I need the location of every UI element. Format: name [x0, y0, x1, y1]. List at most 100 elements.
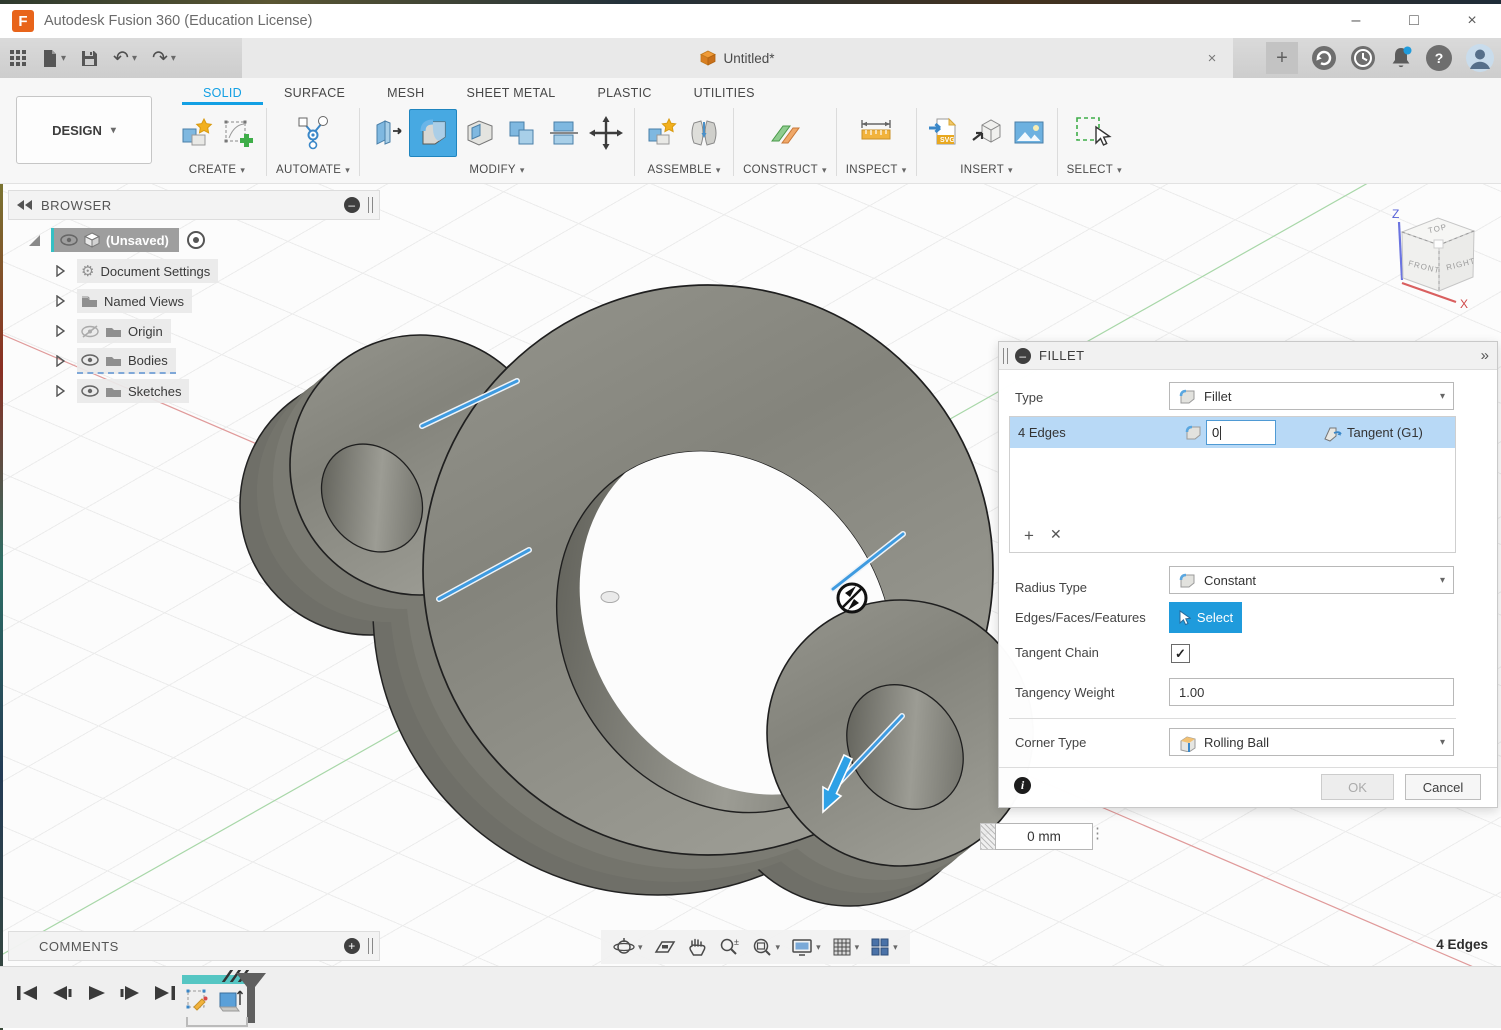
dialog-expand-icon[interactable]: » [1481, 347, 1487, 364]
minimize-button[interactable]: – [1327, 6, 1385, 36]
workspace-selector[interactable]: DESIGN▾ [16, 96, 152, 164]
job-status-icon[interactable] [1311, 45, 1337, 71]
tab-surface[interactable]: SURFACE [263, 83, 366, 105]
fillet-selection-list[interactable]: 4 Edges 0 Tangent (G1) + ✕ [1009, 416, 1456, 553]
viewports-button[interactable]: ▾ [870, 937, 898, 957]
zoom-button[interactable]: ± [718, 937, 740, 957]
modify-group-label[interactable]: MODIFY▾ [469, 164, 524, 176]
radius-type-dropdown[interactable]: Constant ▾ [1169, 566, 1454, 594]
press-pull-icon[interactable] [369, 114, 405, 152]
go-to-beginning-button[interactable] [16, 985, 38, 1001]
combine-icon[interactable] [503, 114, 541, 152]
redo-button[interactable]: ↷▾ [152, 47, 176, 70]
tangent-chain-checkbox[interactable]: ✓ [1171, 644, 1190, 663]
help-icon[interactable]: ? [1426, 45, 1452, 71]
grid-caret-icon[interactable]: ▾ [855, 942, 860, 953]
radius-handle-icon[interactable] [838, 584, 866, 612]
continuity-value[interactable]: Tangent (G1) [1347, 425, 1423, 440]
floater-drag-handle[interactable] [980, 823, 995, 850]
orbit-caret-icon[interactable]: ▾ [638, 942, 643, 953]
panel-collapse-badge-icon[interactable]: – [344, 197, 360, 213]
split-body-icon[interactable] [545, 114, 583, 152]
fillet-selection-row[interactable]: 4 Edges 0 Tangent (G1) [1010, 417, 1455, 448]
tab-close-button[interactable]: × [1201, 47, 1223, 69]
save-button[interactable] [81, 50, 98, 67]
browser-row-document-settings[interactable]: ⚙ Document Settings [56, 259, 218, 283]
inspect-group-label[interactable]: INSPECT▾ [846, 164, 907, 176]
expander-icon[interactable] [56, 295, 65, 307]
visibility-eye-icon[interactable] [81, 354, 99, 366]
close-button[interactable]: × [1443, 6, 1501, 36]
automate-icon[interactable] [293, 114, 333, 152]
joint-icon[interactable] [684, 114, 724, 152]
notifications-bell-icon[interactable] [1389, 45, 1413, 71]
remove-selection-icon[interactable]: ✕ [1050, 526, 1062, 546]
activate-component-radio[interactable] [187, 231, 205, 249]
tab-solid[interactable]: SOLID [182, 83, 263, 105]
fillet-radius-input[interactable]: 0 [1206, 420, 1276, 445]
visibility-eye-icon[interactable] [81, 385, 99, 397]
browser-row-bodies[interactable]: Bodies [56, 349, 176, 373]
select-group-label[interactable]: SELECT▾ [1067, 164, 1122, 176]
panel-grip[interactable] [368, 197, 373, 213]
info-icon[interactable]: i [1014, 777, 1031, 794]
model-front-faces[interactable] [290, 285, 1033, 876]
expander-icon[interactable] [56, 265, 65, 277]
redo-caret-icon[interactable]: ▾ [171, 53, 176, 64]
create-sketch-icon[interactable] [219, 114, 257, 152]
insert-group-label[interactable]: INSERT▾ [960, 164, 1013, 176]
visibility-eye-icon[interactable] [60, 234, 78, 246]
automate-group-label[interactable]: AUTOMATE▾ [276, 164, 350, 176]
insert-derive-icon[interactable] [968, 114, 1006, 152]
insert-svg-icon[interactable]: SVG [926, 114, 964, 152]
fillet-dialog-header[interactable]: – FILLET » [999, 342, 1497, 370]
assemble-group-label[interactable]: ASSEMBLE▾ [647, 164, 720, 176]
orbit-button[interactable]: ▾ [613, 937, 643, 957]
display-caret-icon[interactable]: ▾ [816, 942, 821, 953]
tab-plastic[interactable]: PLASTIC [576, 83, 672, 105]
expander-icon[interactable] [56, 385, 65, 397]
document-tab[interactable]: Untitled* [700, 50, 774, 66]
floater-menu-icon[interactable]: ⋮ [1090, 824, 1105, 842]
dialog-grip[interactable] [1003, 348, 1008, 364]
visibility-off-eye-icon[interactable] [81, 325, 99, 338]
browser-row-sketches[interactable]: Sketches [56, 379, 189, 403]
tab-mesh[interactable]: MESH [366, 83, 445, 105]
corner-type-dropdown[interactable]: Rolling Ball ▾ [1169, 728, 1454, 756]
select-tool-icon[interactable] [1072, 113, 1116, 153]
recent-activity-icon[interactable] [1350, 45, 1376, 71]
collapse-panel-icon[interactable] [17, 200, 33, 210]
user-avatar[interactable] [1465, 43, 1495, 73]
root-chip[interactable]: (Unsaved) [51, 228, 179, 252]
construct-group-label[interactable]: CONSTRUCT▾ [743, 164, 827, 176]
undo-button[interactable]: ↶▾ [113, 47, 137, 70]
pan-button[interactable] [687, 937, 707, 957]
root-expander-icon[interactable] [28, 234, 41, 247]
comments-add-badge-icon[interactable]: + [344, 938, 360, 954]
create-group-label[interactable]: CREATE▾ [189, 164, 245, 176]
move-copy-icon[interactable] [587, 114, 625, 152]
cancel-button[interactable]: Cancel [1405, 774, 1481, 800]
construct-plane-icon[interactable] [765, 114, 805, 152]
measure-icon[interactable] [856, 114, 896, 152]
tab-sheet-metal[interactable]: SHEET METAL [445, 83, 576, 105]
comments-grip[interactable] [368, 938, 373, 954]
tab-utilities[interactable]: UTILITIES [673, 83, 776, 105]
zoom-window-button[interactable]: ▾ [751, 937, 781, 957]
go-to-end-button[interactable] [154, 985, 176, 1001]
timeline-sketch-feature[interactable] [184, 987, 214, 1017]
file-menu-caret-icon[interactable]: ▾ [61, 53, 66, 64]
viewcube[interactable]: TOP FRONT RIGHT Z X [1372, 192, 1501, 314]
expander-icon[interactable] [56, 355, 65, 367]
origin-marker[interactable] [601, 592, 619, 603]
dialog-collapse-badge-icon[interactable]: – [1015, 348, 1031, 364]
step-back-button[interactable] [51, 985, 73, 1001]
insert-canvas-icon[interactable] [1010, 114, 1048, 152]
fillet-tool-icon[interactable] [409, 109, 457, 157]
ok-button[interactable]: OK [1321, 774, 1394, 800]
browser-header[interactable]: BROWSER – [8, 190, 380, 220]
edges-select-button[interactable]: Select [1169, 602, 1242, 633]
expander-icon[interactable] [56, 325, 65, 337]
timeline-playhead[interactable] [234, 971, 268, 1023]
new-tab-button[interactable]: + [1266, 42, 1298, 74]
